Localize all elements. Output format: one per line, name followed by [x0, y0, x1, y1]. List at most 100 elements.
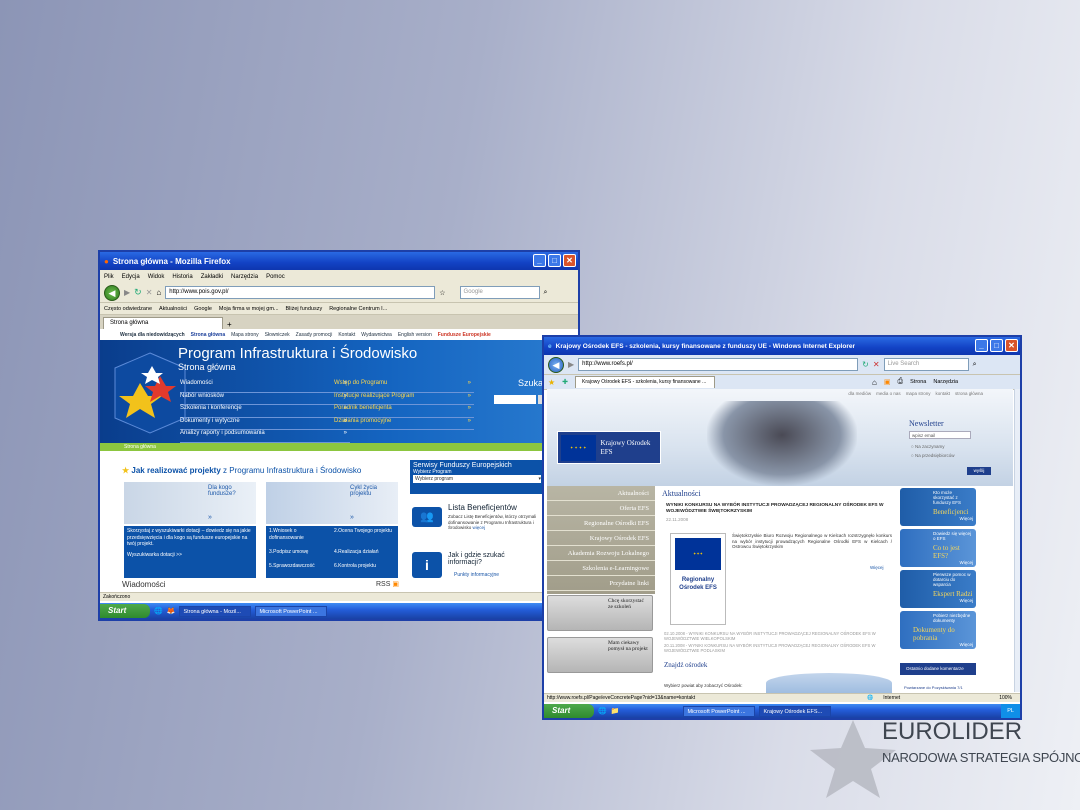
comments-item[interactable]: Powtarzane do Pozyskiwania 7/1 — [904, 685, 963, 690]
bookmark-item[interactable]: Bliżej funduszy — [286, 306, 323, 312]
back-icon[interactable]: ◀ — [548, 356, 564, 373]
reload-icon[interactable]: ↻ — [134, 287, 142, 298]
vertical-scrollbar[interactable] — [1014, 389, 1020, 692]
side-box-pomysl[interactable]: Mam ciekawy pomysł na projekt — [547, 637, 653, 673]
ie-titlebar[interactable]: e Krajowy Ośrodek EFS - szkolenia, kursy… — [544, 337, 1020, 355]
search-input[interactable]: Live Search — [883, 358, 969, 371]
menu-item[interactable]: Instytucje realizujące Program» — [334, 393, 474, 405]
toplink[interactable]: Słowniczek — [265, 332, 290, 338]
menu-item[interactable]: Wstęp do Programu» — [334, 380, 474, 393]
toplink[interactable]: media o nas — [876, 391, 901, 396]
print-icon[interactable]: ⎙ — [898, 378, 904, 386]
quicklaunch-icon[interactable]: 📁 — [611, 707, 620, 715]
menu-plik[interactable]: Plik — [104, 274, 114, 280]
lista-title[interactable]: Lista Beneficjentów — [448, 503, 517, 512]
step-item[interactable]: 5.Sprawozdawczość — [269, 563, 330, 576]
newsletter-radio[interactable]: ○ Na przedsiębiorców — [911, 453, 955, 458]
add-favorite-icon[interactable]: ✚ — [562, 378, 568, 386]
forward-icon[interactable]: ▶ — [124, 288, 130, 297]
quicklaunch-icon[interactable]: 🌐 — [598, 707, 607, 715]
menu-item[interactable]: Działania promocyjne» — [334, 418, 474, 430]
card1-title[interactable]: Dla kogo fundusze? — [208, 485, 253, 497]
menu-edycja[interactable]: Edycja — [122, 274, 140, 280]
close-button[interactable]: ✕ — [1005, 339, 1018, 352]
info-title[interactable]: Jak i gdzie szukać informacji? — [448, 552, 528, 566]
feeds-icon[interactable]: ▣ — [884, 378, 891, 386]
box-co-to-jest-efs[interactable]: Dowiedz się więcej o EFS Co to jest EFS? W… — [900, 529, 976, 567]
step-item[interactable]: 6.Kontrola projektu — [334, 563, 395, 576]
side-box-szkolenia[interactable]: Chcę skorzystać ze szkoleń — [547, 595, 653, 631]
box-dokumenty[interactable]: Pobierz niezbędne dokumenty Dokumenty do … — [900, 611, 976, 649]
stop-icon[interactable]: ✕ — [873, 360, 880, 369]
newsletter-radio[interactable]: ○ Na zaczynamy — [911, 444, 944, 449]
maximize-button[interactable]: □ — [548, 254, 561, 267]
older-news-1[interactable]: 02.10.2008 - WYNIKI KONKURSU NA WYBÓR IN… — [664, 631, 894, 641]
home-icon[interactable]: ⌂ — [156, 288, 161, 297]
menu-historia[interactable]: Historia — [172, 274, 192, 280]
favorites-star-icon[interactable]: ★ — [548, 378, 555, 387]
step-item[interactable]: 2.Ocena Twojego projektu — [334, 528, 395, 548]
card2-arrow[interactable]: » — [350, 514, 354, 521]
older-news-2[interactable]: 20.11.2008 - WYNIKI KONKURSU NA WYBÓR IN… — [664, 643, 894, 653]
maximize-button[interactable]: □ — [990, 339, 1003, 352]
menu-item[interactable]: Analizy raporty i podsumowania» — [180, 430, 350, 443]
task-firefox[interactable]: Strona główna - Mozil... — [179, 605, 252, 617]
task-powerpoint[interactable]: Microsoft PowerPoint ... — [255, 605, 328, 617]
minimize-button[interactable]: _ — [975, 339, 988, 352]
poland-map[interactable] — [766, 673, 892, 693]
menu-zakladki[interactable]: Zakładki — [201, 274, 223, 280]
menu-item[interactable]: Dokumenty i wytyczne» — [180, 418, 350, 430]
side-menu-item[interactable]: Akademia Rozwoju Lokalnego — [547, 546, 655, 561]
lista-more-link[interactable]: więcej — [473, 525, 486, 530]
card1-link[interactable]: Wyszukiwarka dotacji >> — [127, 552, 253, 559]
task-powerpoint[interactable]: Microsoft PowerPoint ... — [683, 705, 756, 717]
search-icon[interactable]: ⌕ — [973, 361, 977, 369]
news-label[interactable]: Wiadomości — [122, 580, 166, 589]
menu-widok[interactable]: Widok — [148, 274, 165, 280]
side-menu-item[interactable]: Aktualności — [547, 486, 655, 501]
toplink[interactable]: kontakt — [935, 391, 950, 396]
search-icon[interactable]: ⌕ — [544, 289, 548, 297]
quicklaunch-icon[interactable]: 🦊 — [167, 607, 176, 615]
refresh-icon[interactable]: ↻ — [862, 360, 869, 369]
toplink[interactable]: Wersja dla niedowidzących — [120, 332, 185, 338]
bookmark-item[interactable]: Aktualności — [159, 306, 187, 312]
minimize-button[interactable]: _ — [533, 254, 546, 267]
back-icon[interactable]: ◀ — [104, 284, 120, 301]
bookmark-star-icon[interactable]: ☆ — [439, 289, 445, 297]
zoom-level[interactable]: 100% — [999, 694, 1012, 702]
firefox-titlebar[interactable]: ● Strona główna - Mozilla Firefox _ □ ✕ — [100, 252, 578, 270]
url-bar[interactable]: http://www.roefs.pl/ — [578, 358, 859, 371]
news-headline[interactable]: WYNIKI KONKURSU NA WYBÓR INSTYTUCJI PROW… — [666, 503, 896, 515]
card1-arrow[interactable]: » — [208, 514, 212, 521]
toplink[interactable]: Wydawnictwa — [361, 332, 392, 338]
toplink[interactable]: Kontakt — [338, 332, 355, 338]
bookmark-item[interactable]: Regionalne Centrum I... — [329, 306, 387, 312]
start-button[interactable]: Start — [544, 704, 594, 718]
tools-menu[interactable]: Narzędzia — [933, 379, 958, 385]
toplink[interactable]: Strona główna — [191, 332, 225, 338]
new-tab-icon[interactable]: + — [227, 320, 232, 329]
stop-icon[interactable]: ✕ — [146, 288, 153, 297]
box-beneficjenci[interactable]: Kto może skorzystać z funduszy EFS Benefi… — [900, 488, 976, 526]
home-icon[interactable]: ⌂ — [872, 378, 877, 387]
toplink[interactable]: dla mediów — [848, 391, 871, 396]
toplink[interactable]: Zasady promocji — [296, 332, 333, 338]
toplink[interactable]: Fundusze Europejskie — [438, 332, 491, 338]
bookmark-item[interactable]: Moja firma w mojej gm... — [219, 306, 279, 312]
quicklaunch-icon[interactable]: 🌐 — [154, 607, 163, 615]
page-menu[interactable]: Strona — [910, 379, 926, 385]
newsletter-email-input[interactable]: wpisz email — [909, 431, 971, 439]
side-menu-item[interactable]: Szkolenia e-Learningowe — [547, 561, 655, 576]
box-ekspert-radzi[interactable]: Pierwsze pomoc w dotarciu do wsparcia Eks… — [900, 570, 976, 608]
menu-item[interactable]: Szkolenia i konferencje» — [180, 405, 350, 418]
info-link[interactable]: Punkty informacyjne — [454, 572, 499, 578]
url-bar[interactable]: http://www.pois.gov.pl/ — [165, 286, 436, 299]
toplink[interactable]: strona główna — [955, 391, 983, 396]
tab-strona-glowna[interactable]: Strona główna — [103, 317, 223, 329]
side-menu-item[interactable]: Krajowy Ośrodek EFS — [547, 531, 655, 546]
toplink[interactable]: mapa strony — [906, 391, 931, 396]
close-button[interactable]: ✕ — [563, 254, 576, 267]
step-item[interactable]: 1.Wniosek o dofinansowanie — [269, 528, 330, 548]
step-item[interactable]: 4.Realizacja działań — [334, 549, 395, 562]
